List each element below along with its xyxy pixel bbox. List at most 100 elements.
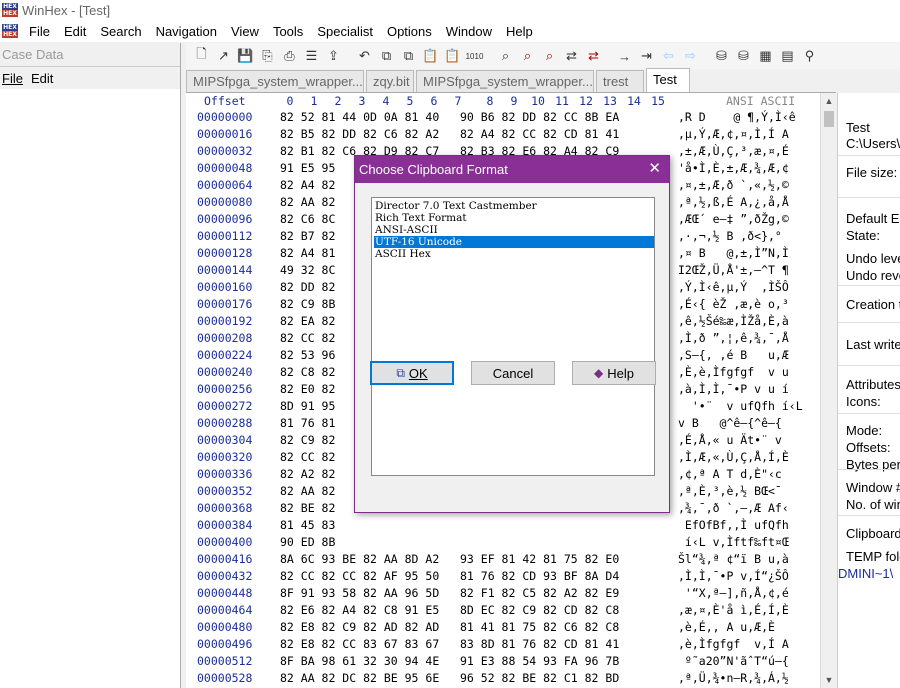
copy-block-icon[interactable]: ⧉ <box>399 47 418 66</box>
row-hex-bytes[interactable]: 82 E8 82 C9 82 AD 82 AD 81 41 81 75 82 C… <box>280 620 619 634</box>
tab-zqy-bit[interactable]: zqy.bit <box>366 70 414 92</box>
row-hex-bytes[interactable]: 82 AA 82 DC 82 BE 95 6E 96 52 82 BE 82 C… <box>280 671 619 685</box>
row-ansi-text[interactable]: ,¤ B @,±,Ì”N,Ì <box>678 246 789 260</box>
hex-row[interactable]: 00000384 81 45 83 EfOfBf‚,Ì ufQfh <box>186 518 820 535</box>
editor-scrollbar[interactable]: ▲ ▼ <box>820 93 836 688</box>
ok-button[interactable]: ⧉ OK <box>370 361 454 385</box>
hex-row[interactable]: 00000496 82 E8 82 CC 83 67 83 67 83 8D 81… <box>186 637 820 654</box>
find-text-icon[interactable]: ⌕ <box>496 47 515 66</box>
row-hex-bytes[interactable]: 8F BA 98 61 32 30 94 4E 91 E3 88 54 93 F… <box>280 654 619 668</box>
replace-text-icon[interactable]: ⇄ <box>562 47 581 66</box>
row-ansi-text[interactable]: ,¢,ª A T d,È"‹c <box>678 467 782 481</box>
row-ansi-text[interactable]: ,·,¬,½ B ,ð<},° <box>678 229 782 243</box>
undo-icon[interactable]: ↶ <box>355 47 374 66</box>
row-ansi-text[interactable]: ,Ì,Ì,¯•P v,Í“¿ŠÔ <box>678 569 789 583</box>
menu-view[interactable]: View <box>224 24 266 39</box>
hex-row[interactable]: 00000432 82 CC 82 CC 82 AF 95 50 81 76 82… <box>186 569 820 586</box>
row-ansi-text[interactable]: ,è,Ìfgfgf v,Í A <box>678 637 789 651</box>
row-ansi-text[interactable]: ,Ý,Ì‹ê,µ,Ý ,ÌŠÔ <box>678 280 789 294</box>
save-all-icon[interactable]: ⎘ <box>258 47 277 66</box>
disk-icon[interactable]: ⛁ <box>712 47 731 66</box>
goto-sector-icon[interactable]: ⇥ <box>637 47 656 66</box>
menu-help[interactable]: Help <box>499 24 540 39</box>
row-ansi-text[interactable]: ,Ì,Æ,«,Ù,Ç,Å,Í,È <box>678 450 789 464</box>
clipboard-format-list[interactable]: Director 7.0 Text Castmember Rich Text Fo… <box>371 197 655 476</box>
row-ansi-text[interactable]: EfOfBf‚,Ì ufQfh <box>678 518 789 532</box>
row-ansi-text[interactable]: ,æ,¤,È'å ì,É,Í,È <box>678 603 789 617</box>
row-hex-bytes[interactable]: 82 E6 82 A4 82 C8 91 E5 8D EC 82 C9 82 C… <box>280 603 619 617</box>
row-ansi-text[interactable]: ,ê,½Šé‰æ,ÌŽå,È,à <box>678 314 789 328</box>
close-icon[interactable]: ✕ <box>648 160 661 178</box>
properties-icon[interactable]: ☰ <box>302 47 321 66</box>
hex-row[interactable]: 00000400 90 ED 8B í‹L v,Ìftf‰ft¤Œ <box>186 535 820 552</box>
menu-edit[interactable]: Edit <box>57 24 93 39</box>
row-ansi-text[interactable]: 'å•Ì,È,±,Æ,¾,Æ,¢ <box>678 161 789 175</box>
row-hex-bytes[interactable]: 82 B5 82 DD 82 C6 82 A2 82 A4 82 CC 82 C… <box>280 127 619 141</box>
cancel-button[interactable]: Cancel <box>471 361 555 385</box>
row-ansi-text[interactable]: ,È,è,Ìfgfgf v u <box>678 365 789 379</box>
hex-row[interactable]: 00000416 8A 6C 93 BE 82 AA 8D A2 93 EF 81… <box>186 552 820 569</box>
row-ansi-text[interactable]: ,R D @ ¶,Ý,Ì‹ê <box>678 110 796 124</box>
forward-icon[interactable]: ⇨ <box>681 47 700 66</box>
scroll-up-icon[interactable]: ▲ <box>821 93 837 109</box>
row-ansi-text[interactable]: '•¨ v ufQfh í‹L <box>678 399 803 413</box>
tab-trest[interactable]: trest <box>596 70 644 92</box>
binary-icon[interactable]: 1010 <box>465 47 484 66</box>
row-ansi-text[interactable]: ,±,Æ,Ù,Ç,³,æ,¤,É <box>678 144 789 158</box>
menu-window[interactable]: Window <box>439 24 499 39</box>
hex-row[interactable]: 00000512 8F BA 98 61 32 30 94 4E 91 E3 88… <box>186 654 820 671</box>
tab-mipsfpga-1[interactable]: MIPSfpga_system_wrapper.... <box>186 70 364 92</box>
new-file-icon[interactable]: 🗋 <box>192 46 211 66</box>
row-hex-bytes[interactable]: 8F 91 93 58 82 AA 96 5D 82 F1 82 C5 82 A… <box>280 586 619 600</box>
menu-options[interactable]: Options <box>380 24 439 39</box>
case-menu-edit[interactable]: Edit <box>29 71 59 86</box>
replace-hex-icon[interactable]: ⇄ <box>584 47 603 66</box>
hex-row[interactable]: 00000480 82 E8 82 C9 82 AD 82 AD 81 41 81… <box>186 620 820 637</box>
scroll-down-icon[interactable]: ▼ <box>821 672 837 688</box>
row-ansi-text[interactable]: ,¤,±,Æ,ð `,«,½,© <box>678 178 789 192</box>
row-ansi-text[interactable]: ,ÆŒ´ e–‡ ”,ðŽg,© <box>678 212 789 226</box>
row-ansi-text[interactable]: '“X,ª–],ñ,Å,¢,é <box>678 586 789 600</box>
hex-row[interactable]: 00000000 82 52 81 44 0D 0A 81 40 90 B6 82… <box>186 110 820 127</box>
hex-row[interactable]: 00000448 8F 91 93 58 82 AA 96 5D 82 F1 82… <box>186 586 820 603</box>
search-icon[interactable]: ⚲ <box>800 47 819 66</box>
clipboard-format-option[interactable]: Director 7.0 Text Castmember <box>374 200 654 212</box>
disk-open-icon[interactable]: ⛁ <box>734 47 753 66</box>
row-hex-bytes[interactable]: 82 E8 82 CC 83 67 83 67 83 8D 81 76 82 C… <box>280 637 619 651</box>
row-ansi-text[interactable]: ,ª,½,ß,É A,¿,å,Å <box>678 195 789 209</box>
scroll-thumb[interactable] <box>824 111 834 127</box>
row-hex-bytes[interactable]: 90 ED 8B <box>280 535 626 549</box>
row-ansi-text[interactable]: ,à,Ì,Ì,¯•P v u í <box>678 382 789 396</box>
row-hex-bytes[interactable]: 8A 6C 93 BE 82 AA 8D A2 93 EF 81 42 81 7… <box>280 552 619 566</box>
print-icon[interactable]: ⎙ <box>280 47 299 66</box>
hex-row[interactable]: 00000016 82 B5 82 DD 82 C6 82 A2 82 A4 82… <box>186 127 820 144</box>
row-ansi-text[interactable]: ,Ì,ð ”,¦,ê,¾,¯,Å <box>678 331 789 345</box>
row-ansi-text[interactable]: í‹L v,Ìftf‰ft¤Œ <box>678 535 789 549</box>
row-ansi-text[interactable]: I2ŒŽ,Ü,Å'±,–^T ¶ <box>678 263 789 277</box>
menu-search[interactable]: Search <box>93 24 148 39</box>
row-hex-bytes[interactable]: 82 CC 82 CC 82 AF 95 50 81 76 82 CD 93 B… <box>280 569 619 583</box>
menu-navigation[interactable]: Navigation <box>149 24 224 39</box>
hex-row[interactable]: 00000464 82 E6 82 A4 82 C8 91 E5 8D EC 82… <box>186 603 820 620</box>
row-ansi-text[interactable]: ,S–{, ,é B u,Æ <box>678 348 789 362</box>
row-hex-bytes[interactable]: 81 45 83 <box>280 518 626 532</box>
calculator-icon[interactable]: ▤ <box>778 47 797 66</box>
tab-test[interactable]: Test <box>646 68 690 92</box>
row-ansi-text[interactable]: ,ª,È,³,è,½ BŒ<¯ <box>678 484 782 498</box>
row-ansi-text[interactable]: ,¾,¯,ð `,–,Æ Af‹ <box>678 501 789 515</box>
open-file-icon[interactable]: ↗ <box>214 47 233 66</box>
row-ansi-text[interactable]: ,µ,Ý,Æ,¢,¤,Ì,Í A <box>678 127 789 141</box>
paste-block-icon[interactable]: 📋 <box>443 47 462 66</box>
ram-icon[interactable]: ▦ <box>756 47 775 66</box>
row-ansi-text[interactable]: Šl“¾,ª ¢“ï B u,à <box>678 552 789 566</box>
menu-file[interactable]: File <box>22 24 57 39</box>
clipboard-format-option[interactable]: ASCII Hex <box>374 248 654 260</box>
copy-icon[interactable]: ⧉ <box>377 47 396 66</box>
export-icon[interactable]: ⇪ <box>324 47 343 66</box>
paste-icon[interactable]: 📋 <box>421 47 440 66</box>
clipboard-format-option[interactable]: ANSI-ASCII <box>374 224 654 236</box>
find-hex-icon[interactable]: ⌕ <box>518 47 537 66</box>
clipboard-format-option[interactable]: UTF-16 Unicode <box>374 236 654 248</box>
clipboard-format-option[interactable]: Rich Text Format <box>374 212 654 224</box>
hex-row[interactable]: 00000528 82 AA 82 DC 82 BE 95 6E 96 52 82… <box>186 671 820 688</box>
